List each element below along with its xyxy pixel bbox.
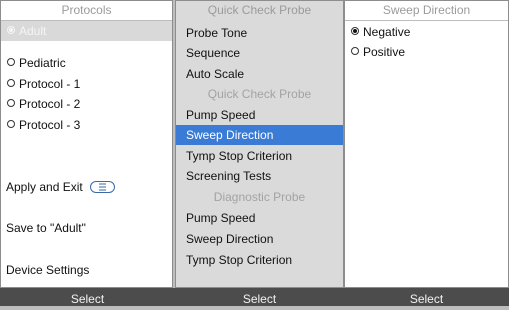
protocol-option-protocol-1[interactable]: Protocol - 1 [1, 74, 172, 94]
select-button-left[interactable]: Select [0, 288, 175, 306]
protocol-option-adult[interactable]: Adult [1, 21, 172, 41]
radio-checked-icon [7, 26, 15, 34]
radio-unchecked-icon [351, 47, 359, 55]
radio-unchecked-icon [7, 120, 15, 128]
protocols-header: Protocols [1, 1, 172, 21]
radio-unchecked-icon [7, 79, 15, 87]
settings-subheader-quick-check: Quick Check Probe [176, 84, 343, 104]
settings-subheader-diagnostic: Diagnostic Probe [176, 187, 343, 207]
protocols-panel: Protocols Adult Pediatric Protocol - 1 P… [0, 0, 173, 288]
radio-unchecked-icon [7, 99, 15, 107]
setting-item-label: Auto Scale [186, 67, 245, 81]
apply-and-exit-label: Apply and Exit [6, 180, 83, 194]
setting-item-diag-pump-speed[interactable]: Pump Speed [176, 208, 343, 228]
device-settings-label: Device Settings [6, 263, 90, 277]
save-to-adult-label: Save to "Adult" [6, 221, 86, 235]
sweep-option-positive[interactable]: Positive [345, 42, 508, 62]
setting-item-label: Sequence [186, 46, 241, 60]
setting-item-label: Pump Speed [186, 211, 256, 225]
sweep-direction-header: Sweep Direction [345, 1, 508, 21]
protocol-option-label: Adult [19, 24, 47, 38]
softkey-bar: Select Select Select [0, 288, 509, 306]
setting-item-label: Sweep Direction [186, 232, 274, 246]
setting-item-label: Pump Speed [186, 108, 256, 122]
setting-item-auto-scale[interactable]: Auto Scale [176, 64, 343, 84]
setting-item-tymp-stop-criterion[interactable]: Tymp Stop Criterion [176, 146, 343, 166]
radio-checked-icon [351, 27, 359, 35]
sweep-direction-panel: Sweep Direction Negative Positive [344, 0, 509, 288]
protocol-option-label: Protocol - 2 [19, 97, 81, 111]
sweep-option-negative[interactable]: Negative [345, 22, 508, 42]
setting-item-screening-tests[interactable]: Screening Tests [176, 166, 343, 186]
select-button-right[interactable]: Select [344, 288, 509, 306]
select-button-middle[interactable]: Select [175, 288, 344, 306]
protocol-option-pediatric[interactable]: Pediatric [1, 53, 172, 73]
protocol-option-label: Protocol - 1 [19, 77, 81, 91]
setting-item-diag-sweep-direction[interactable]: Sweep Direction [176, 229, 343, 249]
setting-item-pump-speed[interactable]: Pump Speed [176, 105, 343, 125]
save-to-adult-button[interactable]: Save to "Adult" [1, 218, 172, 238]
setting-item-sweep-direction[interactable]: Sweep Direction [176, 125, 343, 145]
setting-item-label: Sweep Direction [186, 128, 274, 142]
radio-unchecked-icon [7, 58, 15, 66]
setting-item-label: Tymp Stop Criterion [186, 253, 293, 267]
protocol-option-label: Protocol - 3 [19, 118, 81, 132]
settings-subheader-label: Diagnostic Probe [213, 190, 306, 204]
sweep-option-label: Negative [363, 25, 411, 39]
protocol-option-protocol-3[interactable]: Protocol - 3 [1, 115, 172, 135]
apply-and-exit-button[interactable]: Apply and Exit [1, 177, 172, 197]
setting-item-label: Tymp Stop Criterion [186, 149, 293, 163]
settings-panel: Quick Check Probe Probe Tone Sequence Au… [175, 0, 344, 288]
device-settings-button[interactable]: Device Settings [1, 260, 172, 280]
protocol-option-protocol-2[interactable]: Protocol - 2 [1, 94, 172, 114]
setting-item-label: Screening Tests [186, 169, 272, 183]
settings-subheader-label: Quick Check Probe [207, 87, 312, 101]
setting-item-sequence[interactable]: Sequence [176, 43, 343, 63]
setting-item-probe-tone[interactable]: Probe Tone [176, 23, 343, 43]
protocol-option-label: Pediatric [19, 56, 66, 70]
setting-item-label: Probe Tone [186, 26, 248, 40]
setting-item-diag-tymp-stop-criterion[interactable]: Tymp Stop Criterion [176, 250, 343, 270]
menu-key-icon [90, 180, 116, 193]
sweep-option-label: Positive [363, 45, 406, 59]
settings-header: Quick Check Probe [207, 3, 312, 17]
